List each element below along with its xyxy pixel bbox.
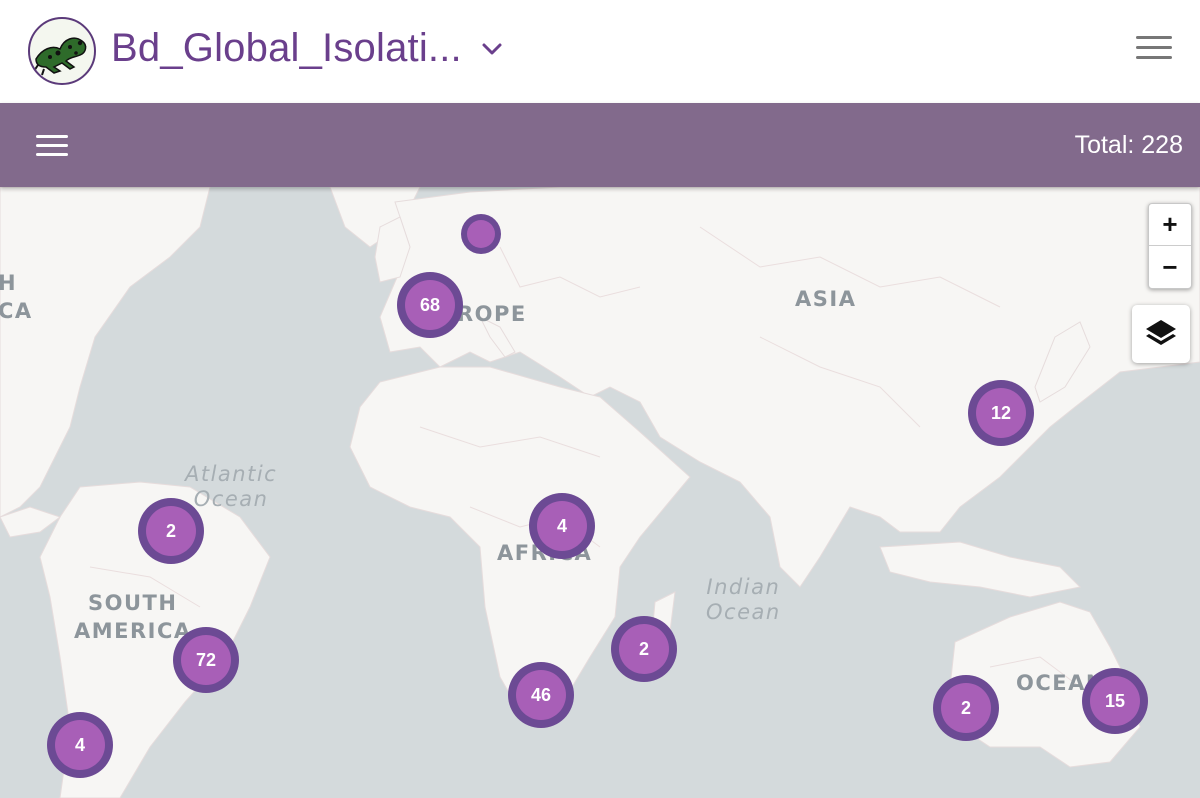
total-count: Total: 228 bbox=[1074, 131, 1183, 159]
chevron-down-icon[interactable] bbox=[480, 37, 504, 61]
cluster-marker-south-africa[interactable]: 46 bbox=[508, 662, 574, 728]
cluster-marker-west-australia[interactable]: 2 bbox=[933, 675, 999, 741]
cluster-count: 2 bbox=[619, 624, 669, 674]
region-label-america-north: CA bbox=[0, 299, 33, 323]
cluster-count: 4 bbox=[537, 501, 587, 551]
cluster-marker-europe[interactable]: 68 bbox=[397, 272, 463, 338]
layers-button[interactable] bbox=[1132, 305, 1190, 363]
cluster-count: 12 bbox=[976, 388, 1026, 438]
ocean-label-indian: Indian Ocean bbox=[706, 575, 781, 625]
region-label-south: SOUTH bbox=[88, 591, 178, 615]
cluster-marker-east-asia[interactable]: 12 bbox=[968, 380, 1034, 446]
frog-icon[interactable] bbox=[28, 17, 96, 85]
cluster-count bbox=[467, 220, 495, 248]
region-label-asia: ASIA bbox=[795, 287, 857, 311]
layers-icon bbox=[1146, 320, 1176, 345]
cluster-count: 72 bbox=[181, 635, 231, 685]
cluster-marker-east-australia[interactable]: 15 bbox=[1082, 668, 1148, 734]
cluster-count: 2 bbox=[146, 506, 196, 556]
cluster-marker-uk[interactable] bbox=[461, 214, 501, 254]
map-tiles bbox=[0, 187, 1200, 798]
cluster-count: 2 bbox=[941, 683, 991, 733]
cluster-count: 15 bbox=[1090, 676, 1140, 726]
cluster-marker-guianas[interactable]: 2 bbox=[138, 498, 204, 564]
region-label-america: AMERICA bbox=[74, 619, 192, 643]
zoom-out-button[interactable]: − bbox=[1149, 246, 1191, 288]
dataset-title[interactable]: Bd_Global_Isolati... bbox=[111, 26, 462, 71]
hamburger-menu-icon[interactable] bbox=[36, 133, 70, 159]
cluster-marker-chile[interactable]: 4 bbox=[47, 712, 113, 778]
zoom-control: + − bbox=[1148, 203, 1192, 289]
ocean-label-atlantic-text: Atlantic Ocean bbox=[185, 462, 278, 511]
cluster-marker-east-africa[interactable]: 4 bbox=[529, 493, 595, 559]
cluster-count: 68 bbox=[405, 280, 455, 330]
ocean-label-indian-text: Indian Ocean bbox=[706, 575, 781, 624]
cluster-count: 4 bbox=[55, 720, 105, 770]
app-header: Bd_Global_Isolati... bbox=[0, 0, 1200, 103]
dataset-selector[interactable]: Bd_Global_Isolati... bbox=[111, 26, 504, 71]
world-map[interactable]: ASIA ROPE AFRICA SOUTH AMERICA OCEAN H C… bbox=[0, 187, 1200, 798]
region-label-north: H bbox=[0, 271, 18, 295]
cluster-count: 46 bbox=[516, 670, 566, 720]
map-toolbar: Total: 228 bbox=[0, 103, 1200, 187]
cluster-marker-brazil[interactable]: 72 bbox=[173, 627, 239, 693]
cluster-marker-madagascar[interactable]: 2 bbox=[611, 616, 677, 682]
hamburger-menu-icon[interactable] bbox=[1134, 32, 1174, 64]
region-label-europe: ROPE bbox=[457, 302, 527, 326]
zoom-in-button[interactable]: + bbox=[1149, 204, 1191, 246]
ocean-label-atlantic: Atlantic Ocean bbox=[185, 462, 277, 512]
